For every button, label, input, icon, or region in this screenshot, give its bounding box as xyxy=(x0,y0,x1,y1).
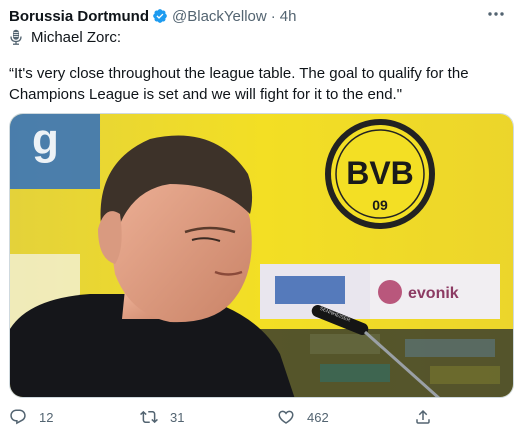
author-name[interactable]: Borussia Dortmund xyxy=(9,8,149,25)
crest-year: 09 xyxy=(372,197,388,213)
reply-icon xyxy=(10,409,26,425)
microphone-icon xyxy=(10,29,22,45)
header-separator: · xyxy=(270,7,276,25)
verified-badge-icon xyxy=(153,9,167,23)
speaker-name: Michael Zorc: xyxy=(31,28,122,46)
reply-count: 12 xyxy=(39,409,54,425)
press-conference-photo: g evonik BVB 09 SENNHEISER xyxy=(10,114,513,397)
retweet-icon xyxy=(140,410,158,424)
tweet-actions: 12 31 462 xyxy=(0,403,521,429)
heart-icon xyxy=(278,410,294,424)
sponsor-logo-text: evonik xyxy=(408,285,459,302)
bvb-crest: BVB 09 xyxy=(325,119,435,229)
more-dots-icon[interactable] xyxy=(485,4,507,24)
like-count: 462 xyxy=(307,409,329,425)
retweet-count: 31 xyxy=(170,409,185,425)
speaker-line: Michael Zorc: xyxy=(9,27,121,47)
retweet-button[interactable]: 31 xyxy=(140,407,184,427)
crest-letters: BVB xyxy=(346,155,414,191)
tweet-photo[interactable]: g evonik BVB 09 SENNHEISER xyxy=(9,113,514,398)
like-button[interactable]: 462 xyxy=(277,407,329,427)
tweet-header: Borussia Dortmund @BlackYellow · 4h xyxy=(9,6,296,26)
tweet-timestamp[interactable]: 4h xyxy=(280,8,297,25)
tweet-text: “It's very close throughout the league t… xyxy=(9,65,469,103)
share-icon xyxy=(416,409,430,424)
reply-button[interactable]: 12 xyxy=(9,407,53,427)
tweet: Borussia Dortmund @BlackYellow · 4h Mich… xyxy=(0,0,521,433)
author-handle[interactable]: @BlackYellow xyxy=(172,8,267,25)
svg-text:g: g xyxy=(32,115,59,164)
share-button[interactable] xyxy=(414,407,432,427)
